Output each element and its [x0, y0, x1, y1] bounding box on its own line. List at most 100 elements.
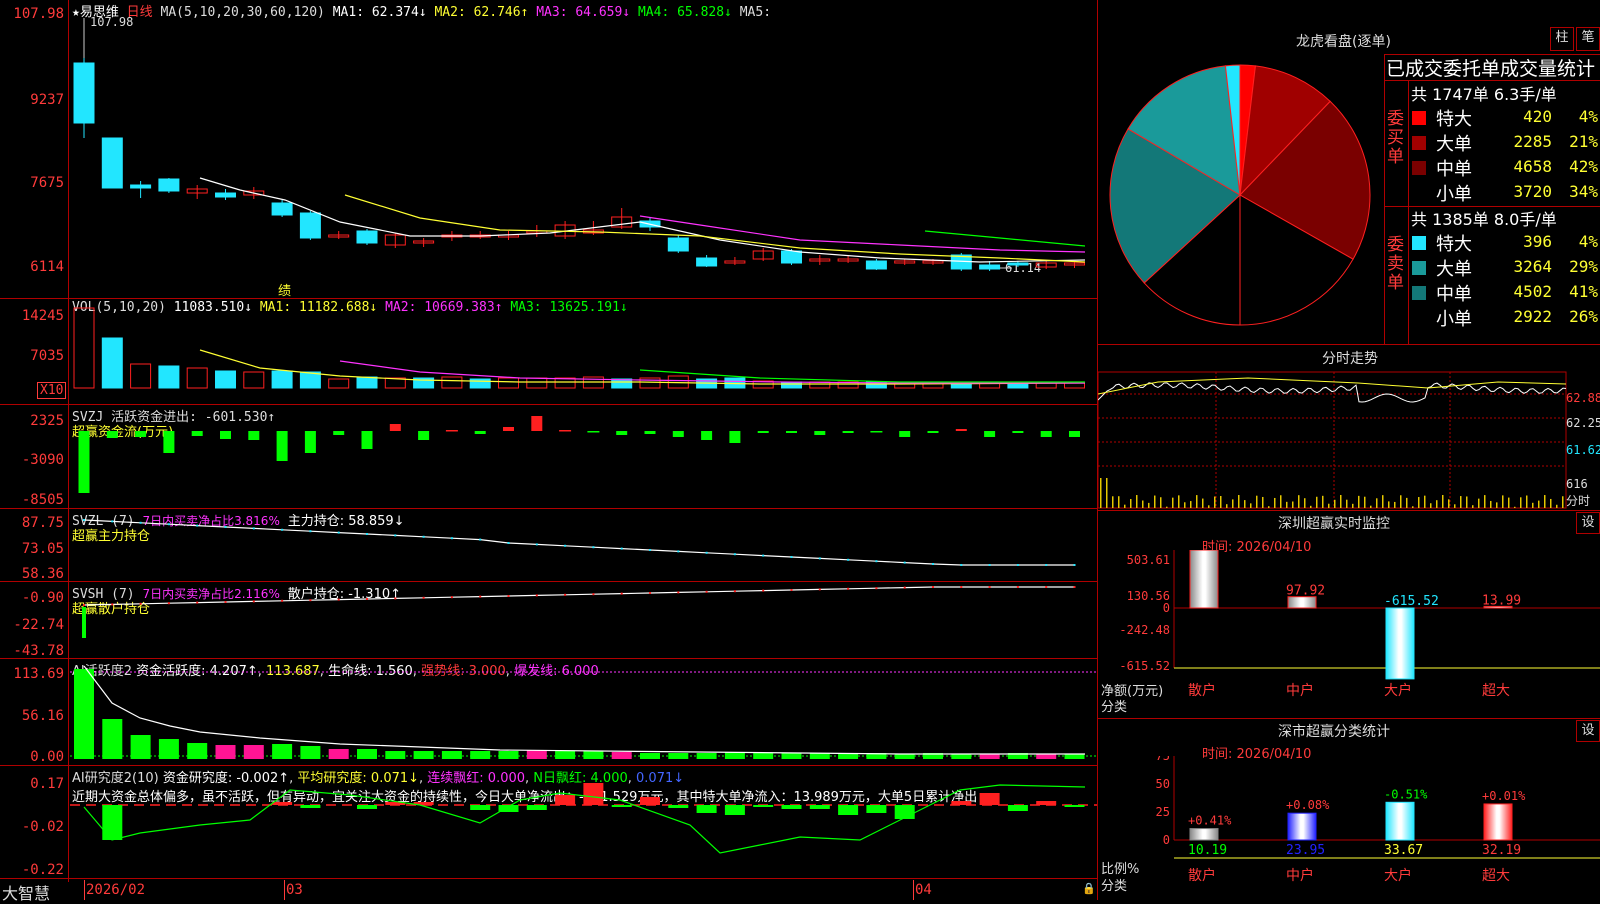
holding-dot: [1045, 564, 1048, 566]
flow-bar: [672, 431, 684, 437]
intraday-y-label: 61.62: [1566, 443, 1600, 457]
flow-bar: [729, 431, 741, 443]
order-type: 小单: [1436, 309, 1472, 330]
intraday-title: 分时走势: [1322, 351, 1378, 367]
classify-chart[interactable]: 75 50 25 0 +0.41% 10.19 散户 +0.08% 23.95 中户 -0.51% 3…: [1098, 756, 1600, 900]
activity-bar: [979, 754, 1000, 759]
activity-bar: [724, 752, 745, 759]
candlestick-chart[interactable]: [0, 0, 1097, 298]
intraday-volume-bar: [1412, 506, 1414, 508]
flow-bar: [644, 431, 656, 434]
monitor-settings-button[interactable]: 设: [1576, 512, 1600, 534]
x-month-label: 04: [915, 882, 932, 898]
flow-bar: [701, 431, 713, 440]
volume-chart[interactable]: [0, 298, 1097, 404]
legend-swatch: [1412, 136, 1426, 150]
monitor-y-label: -615.52: [1119, 659, 1170, 673]
holding-dot: [818, 557, 821, 560]
realtime-monitor-chart[interactable]: 503.61130.560-242.48-615.52503.61散户97.92…: [1098, 550, 1600, 716]
intraday-volume-bar: [1238, 495, 1240, 508]
volume-bar: [215, 370, 236, 389]
research-bar: [753, 805, 774, 807]
intraday-volume-bar: [1286, 501, 1288, 508]
flow-bar: [503, 427, 514, 431]
monitor-y-label: 503.61: [1127, 553, 1170, 567]
intraday-volume-bar: [1202, 498, 1204, 508]
classify-change-label: -0.51%: [1384, 787, 1428, 801]
holding-dot: [1073, 586, 1076, 588]
order-percent: 21%: [1569, 132, 1598, 151]
research-bar: [979, 793, 1000, 805]
volume-bar: [158, 365, 180, 389]
classify-category: 散户: [1188, 867, 1216, 884]
research-bar: [1036, 801, 1057, 805]
research-bar: [1007, 805, 1028, 811]
intraday-volume-bar: [1406, 497, 1408, 508]
activity-bar: [498, 751, 519, 759]
holding-dot: [224, 601, 227, 603]
flow-bar: [984, 431, 996, 437]
holding-dot: [535, 543, 538, 546]
classify-bar: [1483, 803, 1513, 841]
flow-bar: [106, 431, 118, 438]
intraday-volume-bar: [1142, 500, 1144, 508]
intraday-volume-bar: [1208, 505, 1210, 508]
holding-dot: [167, 602, 170, 605]
order-percent: 4%: [1578, 232, 1598, 251]
holding-dot: [932, 586, 934, 588]
legend-swatch: [1412, 236, 1426, 250]
intraday-volume-bar: [1160, 497, 1162, 508]
legend-swatch: [1412, 311, 1426, 325]
activity-bar: [1036, 754, 1057, 759]
ma1-line: [199, 177, 1086, 263]
research-chart[interactable]: [0, 765, 1097, 878]
classify-value-label: 10.19: [1188, 843, 1227, 858]
intraday-chart[interactable]: [1098, 370, 1600, 510]
holding-dot: [83, 519, 85, 521]
intraday-volume-bar: [1148, 502, 1150, 508]
candle-body: [130, 184, 152, 189]
volume-bar: [271, 370, 293, 389]
holding-dot: [790, 589, 793, 591]
candle-body: [696, 257, 718, 267]
classify-settings-button[interactable]: 设: [1576, 720, 1600, 742]
order-pie-chart[interactable]: [1105, 60, 1375, 340]
tick-mode-button[interactable]: 笔: [1576, 27, 1600, 51]
lock-icon[interactable]: 🔒: [1082, 882, 1096, 895]
intraday-volume-bar: [1352, 503, 1354, 508]
research-bar: [272, 802, 293, 805]
research-bar: [724, 805, 745, 815]
sell-total: 共 1385单 8.0手/单: [1411, 210, 1557, 229]
volume-bar: [101, 337, 123, 389]
candle-body: [356, 230, 378, 244]
intraday-volume-bar: [1430, 503, 1432, 508]
research-bar: [555, 795, 576, 805]
holding-dot: [139, 521, 142, 524]
flow-bar: [78, 431, 90, 493]
candle-body: [158, 178, 180, 192]
holding-dot: [111, 520, 114, 523]
flow-bar: [1012, 431, 1024, 433]
research-bar: [866, 805, 887, 813]
order-volume: 4658: [1513, 157, 1552, 176]
holding-dot: [1016, 564, 1019, 566]
fund-flow-chart[interactable]: [0, 404, 1097, 508]
intraday-volume-bar: [1298, 495, 1300, 508]
classify-change-label: +0.01%: [1482, 789, 1526, 803]
classify-title: 深市超赢分类统计: [1278, 724, 1390, 740]
flow-bar: [191, 431, 203, 436]
flow-bar: [248, 431, 260, 440]
sell-orders-label: 委卖单: [1387, 235, 1404, 293]
activity-bar: [809, 753, 830, 759]
order-percent: 42%: [1569, 157, 1598, 176]
bar-mode-button[interactable]: 柱: [1550, 27, 1574, 51]
activity-chart[interactable]: [0, 658, 1097, 765]
monitor-title: 深圳超赢实时监控: [1278, 516, 1390, 532]
intraday-frame: [1098, 371, 1567, 509]
research-bar: [300, 805, 321, 808]
intraday-volume-bar: [1346, 499, 1348, 508]
retail-holding-chart[interactable]: [0, 581, 1097, 658]
order-percent: 4%: [1578, 107, 1598, 126]
activity-bar: [130, 735, 151, 759]
main-holding-chart[interactable]: [0, 508, 1097, 581]
